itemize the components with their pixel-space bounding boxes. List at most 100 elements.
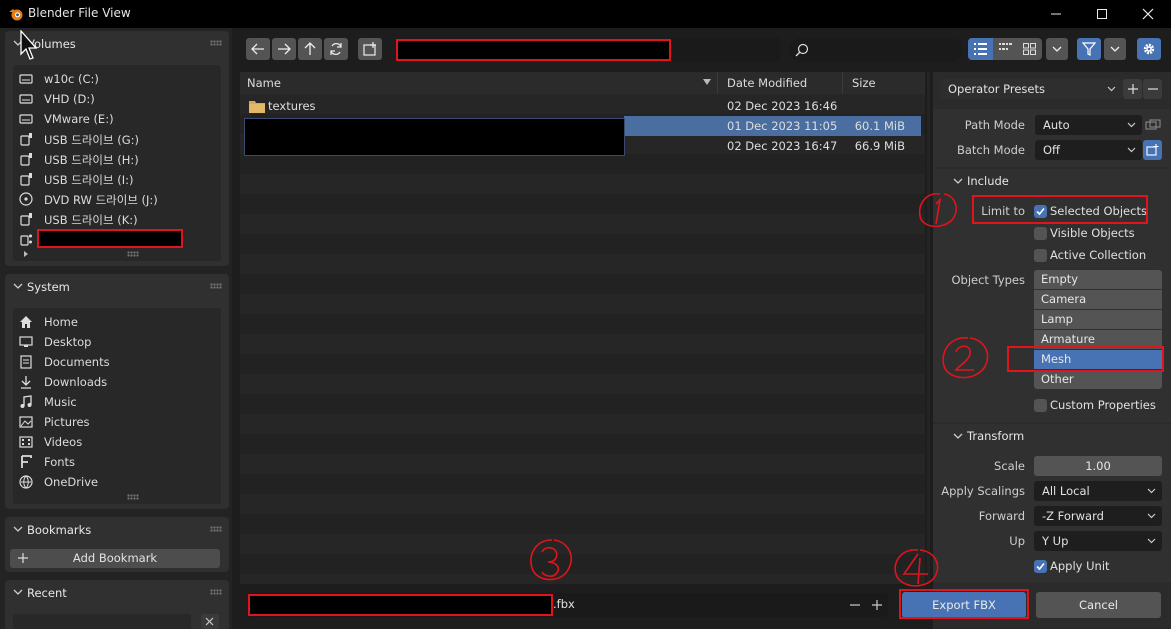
- file-row-selected[interactable]: 01 Dec 2023 11:05 60.1 MiB: [624, 116, 921, 136]
- sidebar-item-volume-c[interactable]: w10c (C:): [13, 69, 221, 89]
- custom-properties-label[interactable]: Custom Properties: [1050, 398, 1156, 412]
- sidebar-item-music[interactable]: Music: [13, 392, 221, 412]
- filter-settings-dropdown[interactable]: [1104, 38, 1126, 60]
- file-list: textures 02 Dec 2023 16:46 01 Dec 2023 1…: [240, 94, 925, 584]
- minus-icon[interactable]: [850, 600, 860, 610]
- object-type-lamp[interactable]: Lamp: [1034, 310, 1162, 329]
- display-settings-dropdown[interactable]: [1046, 38, 1068, 60]
- system-panel-header[interactable]: System: [5, 274, 229, 300]
- panel-grip-icon[interactable]: [210, 283, 222, 289]
- object-type-camera[interactable]: Camera: [1034, 290, 1162, 309]
- maximize-button[interactable]: [1079, 0, 1125, 28]
- expand-arrow-icon[interactable]: [23, 251, 29, 257]
- plus-icon[interactable]: [872, 600, 882, 610]
- sidebar-item-volume-i[interactable]: USB 드라이브 (I:): [13, 169, 221, 189]
- object-type-label: Camera: [1041, 292, 1087, 306]
- object-type-empty[interactable]: Empty: [1034, 270, 1162, 289]
- column-divider[interactable]: [717, 72, 718, 94]
- apply-unit-label[interactable]: Apply Unit: [1050, 559, 1110, 573]
- apply-scalings-label: Apply Scalings: [941, 484, 1025, 498]
- file-list-header: Name Date Modified Size: [240, 72, 925, 94]
- batch-own-dir-button[interactable]: [1143, 140, 1162, 160]
- visible-objects-checkbox[interactable]: [1034, 227, 1047, 240]
- new-folder-button[interactable]: [358, 38, 382, 60]
- annotation-box-selected-objects: [972, 195, 1148, 224]
- sidebar-item-onedrive[interactable]: OneDrive: [13, 472, 221, 492]
- panel-grip-icon[interactable]: [210, 526, 222, 532]
- sidebar-item-volume-d[interactable]: VHD (D:): [13, 89, 221, 109]
- sidebar-item-volume-g[interactable]: USB 드라이브 (G:): [13, 129, 221, 149]
- file-row-textures[interactable]: textures 02 Dec 2023 16:46: [240, 96, 925, 116]
- column-date-header[interactable]: Date Modified: [727, 76, 807, 90]
- remove-preset-button[interactable]: [1143, 79, 1162, 99]
- panel-grip-icon[interactable]: [210, 589, 222, 595]
- include-section-header[interactable]: Include: [933, 169, 1171, 193]
- volumes-panel-header[interactable]: Volumes: [5, 31, 229, 57]
- back-button[interactable]: [246, 38, 270, 60]
- batch-mode-dropdown[interactable]: Off: [1035, 140, 1142, 160]
- add-bookmark-button[interactable]: Add Bookmark: [10, 549, 220, 568]
- directory-path-input[interactable]: [396, 38, 780, 62]
- minimize-button[interactable]: [1033, 0, 1079, 28]
- sidebar-item-pictures[interactable]: Pictures: [13, 412, 221, 432]
- annotation-number-3-icon: [530, 539, 572, 581]
- filter-toggle-button[interactable]: [1077, 38, 1101, 60]
- filename-extension: .fbx: [553, 597, 575, 611]
- usb-drive-icon: [20, 173, 32, 186]
- embed-textures-icon[interactable]: [1145, 119, 1161, 131]
- transform-section-header[interactable]: Transform: [933, 424, 1171, 448]
- panel-grip-icon[interactable]: [210, 40, 222, 46]
- vertical-scrollbar[interactable]: [927, 72, 930, 584]
- column-size-header[interactable]: Size: [852, 76, 876, 90]
- sidebar-item-label: Videos: [44, 435, 83, 449]
- resize-grip-icon[interactable]: [127, 251, 139, 257]
- apply-unit-checkbox[interactable]: [1034, 560, 1047, 573]
- add-preset-button[interactable]: [1123, 79, 1142, 99]
- recent-panel-header[interactable]: Recent: [5, 580, 229, 606]
- sidebar-item-network-redacted[interactable]: [13, 229, 221, 249]
- parent-directory-button[interactable]: [298, 38, 322, 60]
- redacted-label: [37, 229, 183, 248]
- active-collection-label[interactable]: Active Collection: [1050, 248, 1146, 262]
- column-divider[interactable]: [842, 72, 843, 94]
- resize-grip-icon[interactable]: [127, 494, 139, 500]
- sidebar-item-videos[interactable]: Videos: [13, 432, 221, 452]
- operator-presets-dropdown[interactable]: Operator Presets: [940, 79, 1122, 99]
- system-list: Home Desktop Documents Downloads Music P…: [13, 308, 221, 504]
- vertical-list-button[interactable]: [968, 38, 993, 60]
- visible-objects-label[interactable]: Visible Objects: [1050, 226, 1135, 240]
- custom-properties-checkbox[interactable]: [1034, 399, 1047, 412]
- sidebar-item-volume-e[interactable]: VMware (E:): [13, 109, 221, 129]
- refresh-button[interactable]: [324, 38, 348, 60]
- sidebar-item-volume-j[interactable]: DVD RW 드라이브 (J:): [13, 189, 221, 209]
- sidebar-item-documents[interactable]: Documents: [13, 352, 221, 372]
- thumbnails-button[interactable]: [1017, 38, 1042, 60]
- settings-toggle-button[interactable]: [1137, 38, 1161, 60]
- forward-label: Forward: [978, 509, 1025, 523]
- forward-button[interactable]: [272, 38, 296, 60]
- sidebar-item-fonts[interactable]: Fonts: [13, 452, 221, 472]
- bookmarks-panel-header[interactable]: Bookmarks: [5, 517, 229, 543]
- close-button[interactable]: [1125, 0, 1171, 28]
- sort-down-icon[interactable]: [703, 79, 711, 85]
- chevron-down-icon: [1107, 86, 1116, 92]
- annotation-box-mesh: [1007, 346, 1164, 372]
- cancel-button[interactable]: Cancel: [1036, 592, 1161, 618]
- remove-recent-button[interactable]: [201, 614, 219, 629]
- object-type-other[interactable]: Other: [1034, 370, 1162, 389]
- apply-scalings-dropdown[interactable]: All Local: [1034, 481, 1162, 501]
- sidebar-item-volume-k[interactable]: USB 드라이브 (K:): [13, 209, 221, 229]
- sidebar-item-home[interactable]: Home: [13, 312, 221, 332]
- search-input[interactable]: [789, 38, 962, 62]
- forward-dropdown[interactable]: -Z Forward: [1034, 506, 1162, 526]
- up-dropdown[interactable]: Y Up: [1034, 531, 1162, 551]
- column-name-header[interactable]: Name: [247, 76, 281, 90]
- sidebar-item-volume-h[interactable]: USB 드라이브 (H:): [13, 149, 221, 169]
- path-mode-dropdown[interactable]: Auto: [1035, 115, 1142, 135]
- active-collection-checkbox[interactable]: [1034, 249, 1047, 262]
- sidebar-item-downloads[interactable]: Downloads: [13, 372, 221, 392]
- filename-input[interactable]: .fbx: [248, 593, 888, 617]
- sidebar-item-desktop[interactable]: Desktop: [13, 332, 221, 352]
- horizontal-list-button[interactable]: [993, 38, 1017, 60]
- scale-field[interactable]: 1.00: [1034, 456, 1162, 476]
